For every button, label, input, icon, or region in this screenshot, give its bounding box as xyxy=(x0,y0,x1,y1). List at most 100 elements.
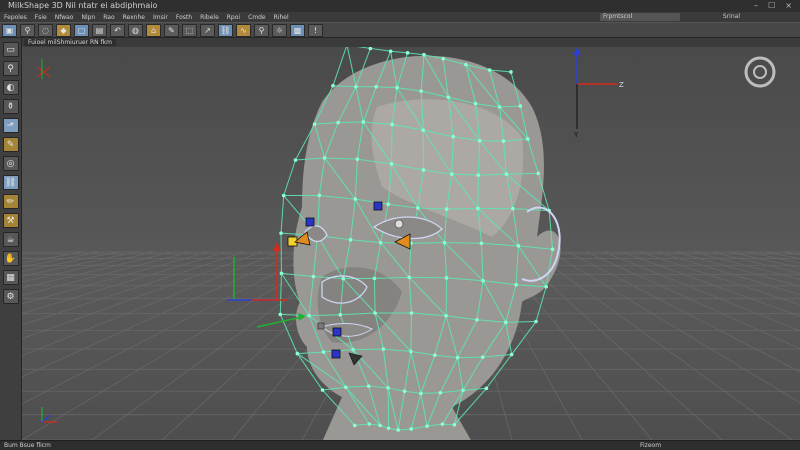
help-icon: ! xyxy=(313,25,318,35)
magnify-icon: ⚲ xyxy=(24,25,31,35)
brush-tool-button[interactable]: ✎ xyxy=(2,137,19,152)
sphere-button[interactable]: ◍ xyxy=(128,23,143,37)
box-icon: ▢ xyxy=(77,25,86,35)
head-model[interactable] xyxy=(278,47,561,440)
hand-tool-button[interactable]: ✋ xyxy=(2,251,19,266)
menu-item-10[interactable]: Cmde xyxy=(248,14,266,21)
search-input[interactable]: Frpmtscol xyxy=(600,13,680,21)
palette-icon: ◆ xyxy=(60,25,67,35)
menu-item-6[interactable]: Imsir xyxy=(153,14,168,21)
brush-tool-icon: ✎ xyxy=(6,139,15,150)
hammer-tool-button[interactable]: ⚒ xyxy=(2,213,19,228)
maximize-button[interactable]: ☐ xyxy=(768,0,775,12)
3d-viewport[interactable]: Z Y xyxy=(22,47,800,440)
menu-bar: Fepoles Fsie Nfwao Nlpn Rao Rexnhe Imsir Fosth R… xyxy=(0,12,800,22)
hand-tool-icon: ✋ xyxy=(4,253,17,264)
menu-item-11[interactable]: Rihel xyxy=(274,14,289,21)
gear-tool-button[interactable]: ⚙ xyxy=(2,289,19,304)
user-label[interactable]: Srinal xyxy=(723,13,740,20)
lasso-icon: ◌ xyxy=(42,25,49,35)
chain-tool-button[interactable]: ⛓ xyxy=(2,175,19,190)
zoom-button[interactable]: ⚲ xyxy=(254,23,269,37)
close-button[interactable]: × xyxy=(785,0,792,12)
grid-tool-icon: ▦ xyxy=(6,272,15,283)
marker-gray-mouth[interactable] xyxy=(317,322,325,330)
menu-item-5[interactable]: Rexnhe xyxy=(123,14,145,21)
grid-tool-button[interactable]: ▦ xyxy=(2,270,19,285)
viewport-tab[interactable]: Fuioel milShmiuruer RN fkm xyxy=(24,39,116,46)
viewport-header: Fuioel milShmiuruer RN fkm xyxy=(22,38,800,47)
main-toolbar: ▣ ⚲ ◌ ◆ ▢ ▤ ↶ ◍ ⌂ ✎ ⬚ ↗ ⛓ ∿ ⚲ ☼ ▩! xyxy=(0,22,800,38)
ring-tool-icon: ◎ xyxy=(6,158,15,169)
wrench-button[interactable]: ✎ xyxy=(164,23,179,37)
magnify-button[interactable]: ⚲ xyxy=(20,23,35,37)
title-bar: MilkShape 3D Nil ntatr ei abdiphmaio – ☐… xyxy=(0,0,800,12)
palette-button[interactable]: ◆ xyxy=(56,23,71,37)
select-icon: ▣ xyxy=(5,25,14,35)
home-button[interactable]: ⌂ xyxy=(146,23,161,37)
app-window: MilkShape 3D Nil ntatr ei abdiphmaio – ☐… xyxy=(0,0,800,450)
home-icon: ⌂ xyxy=(150,25,157,35)
arrow-button[interactable]: ↗ xyxy=(200,23,215,37)
window-controls: – ☐ × xyxy=(754,0,792,12)
minimize-button[interactable]: – xyxy=(754,0,758,12)
move-tool-button[interactable]: ⬏ xyxy=(2,118,19,133)
ring-tool-button[interactable]: ◎ xyxy=(2,156,19,171)
undo-button[interactable]: ↶ xyxy=(110,23,125,37)
magnet-tool-button[interactable]: ⚲ xyxy=(2,61,19,76)
link-icon: ⛓ xyxy=(220,25,231,35)
folder-icon: ▤ xyxy=(95,25,104,35)
box-button[interactable]: ▢ xyxy=(74,23,89,37)
link-button[interactable]: ⛓ xyxy=(218,23,233,37)
menu-item-7[interactable]: Fosth xyxy=(176,14,192,21)
world-axis-gizmo: Z Y xyxy=(573,47,624,139)
hammer-tool-icon: ⚒ xyxy=(6,215,15,226)
magnet-tool-icon: ⚲ xyxy=(7,63,14,74)
status-middle: Fizeom xyxy=(640,442,662,449)
select-button[interactable]: ▣ xyxy=(2,23,17,37)
folder-button[interactable]: ▤ xyxy=(92,23,107,37)
marker-blue-chin[interactable] xyxy=(331,349,341,359)
menu-item-8[interactable]: Ribele xyxy=(200,14,219,21)
render-icon: ▩ xyxy=(293,25,302,35)
gizmo-eye[interactable] xyxy=(394,219,404,229)
menu-item-0[interactable]: Fepoles xyxy=(4,14,27,21)
sculpt-tool-button[interactable]: ◐ xyxy=(2,80,19,95)
axis-y-label: Y xyxy=(573,131,579,139)
wave-button[interactable]: ∿ xyxy=(236,23,251,37)
vase-tool-button[interactable]: ⚱ xyxy=(2,99,19,114)
cup-tool-icon: ☕ xyxy=(6,234,15,245)
sphere-icon: ◍ xyxy=(132,25,139,35)
marker-blue-mouth[interactable] xyxy=(332,327,342,337)
window-tool-button[interactable]: ▭ xyxy=(2,42,19,57)
pencil-tool-icon: ✏ xyxy=(6,196,15,207)
corner-gizmo xyxy=(36,59,51,79)
left-toolbox: ▭ ⚲ ◐ ⚱ ⬏ ✎ ◎ ⛓ ✏ ⚒ ☕ ✋ ▦ ⚙ xyxy=(0,38,22,440)
status-left: Bum Bsue flicm xyxy=(4,442,51,449)
window-title: MilkShape 3D Nil ntatr ei abdiphmaio xyxy=(8,1,158,10)
zoom-icon: ⚲ xyxy=(258,25,265,35)
sculpt-tool-icon: ◐ xyxy=(6,82,15,93)
menu-item-3[interactable]: Nlpn xyxy=(81,14,95,21)
menu-item-2[interactable]: Nfwao xyxy=(55,14,74,21)
menu-item-4[interactable]: Rao xyxy=(103,14,114,21)
menu-item-1[interactable]: Fsie xyxy=(35,14,47,21)
help-button[interactable]: ! xyxy=(308,23,323,37)
lasso-button[interactable]: ◌ xyxy=(38,23,53,37)
light-button[interactable]: ☼ xyxy=(272,23,287,37)
cube-button[interactable]: ⬚ xyxy=(182,23,197,37)
light-icon: ☼ xyxy=(275,25,284,35)
viewport-scene[interactable]: Z Y xyxy=(22,47,800,440)
marker-blue-eye-left[interactable] xyxy=(305,217,315,227)
vase-tool-icon: ⚱ xyxy=(6,101,15,112)
status-bar: Bum Bsue flicm Fizeom xyxy=(0,440,800,450)
cup-tool-button[interactable]: ☕ xyxy=(2,232,19,247)
wave-icon: ∿ xyxy=(240,25,247,35)
chain-tool-icon: ⛓ xyxy=(4,177,17,188)
render-button[interactable]: ▩ xyxy=(290,23,305,37)
marker-blue-eye-right[interactable] xyxy=(373,201,383,211)
axis-z-label: Z xyxy=(619,81,624,89)
pencil-tool-button[interactable]: ✏ xyxy=(2,194,19,209)
view-cube[interactable] xyxy=(744,56,776,88)
menu-item-9[interactable]: Rpoi xyxy=(227,14,240,21)
